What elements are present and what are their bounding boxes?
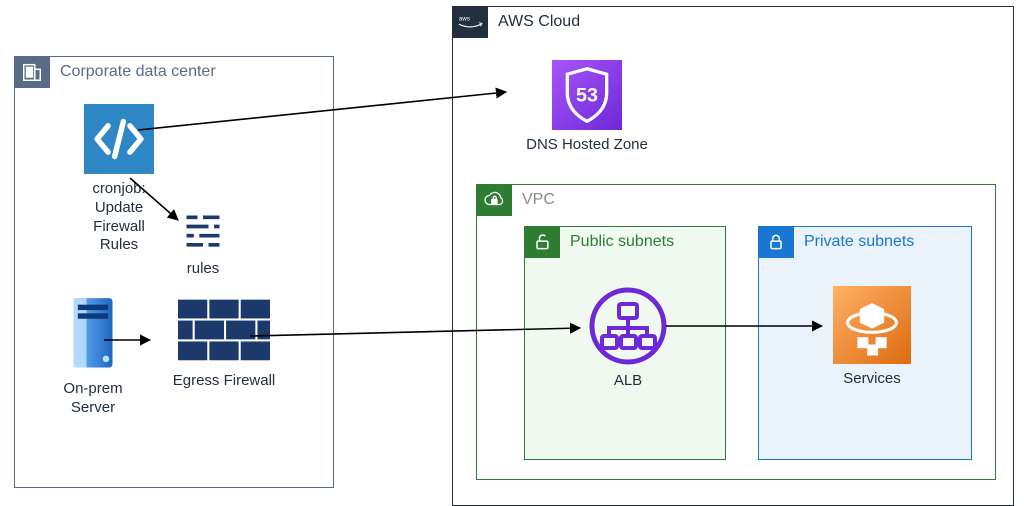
route53-icon: 53 xyxy=(552,60,622,130)
server-icon xyxy=(65,296,121,374)
code-icon xyxy=(84,104,154,174)
group-header: Private subnets xyxy=(758,226,914,258)
svg-text:53: 53 xyxy=(576,85,598,107)
group-title: Public subnets xyxy=(560,233,674,251)
group-title: AWS Cloud xyxy=(488,13,580,31)
lock-open-icon xyxy=(524,226,560,258)
group-header: Corporate data center xyxy=(14,56,216,88)
node-rules: rules xyxy=(168,210,238,279)
node-label: Egress Firewall xyxy=(173,372,276,391)
group-header: aws AWS Cloud xyxy=(452,6,580,38)
node-cronjob: cronjob: Update Firewall Rules xyxy=(64,104,174,255)
node-label: cronjob: Update Firewall Rules xyxy=(92,180,145,255)
node-label: DNS Hosted Zone xyxy=(526,136,648,155)
group-title: Corporate data center xyxy=(50,63,216,81)
building-icon xyxy=(14,56,50,88)
node-route53: 53 DNS Hosted Zone xyxy=(512,60,662,155)
node-onprem-server: On-prem Server xyxy=(48,296,138,418)
group-header: Public subnets xyxy=(524,226,674,258)
node-label: rules xyxy=(187,260,220,279)
lock-icon xyxy=(758,226,794,258)
node-egress-firewall: Egress Firewall xyxy=(154,296,294,391)
firewall-icon xyxy=(178,296,270,366)
node-services: Services xyxy=(826,286,918,389)
group-title: Private subnets xyxy=(794,233,914,251)
node-label: ALB xyxy=(614,372,642,391)
container-service-icon xyxy=(833,286,911,364)
node-label: Services xyxy=(843,370,901,389)
load-balancer-icon xyxy=(588,286,668,366)
node-alb: ALB xyxy=(582,286,674,391)
list-icon xyxy=(181,210,225,254)
group-header: VPC xyxy=(476,184,555,216)
cloud-lock-icon xyxy=(476,184,512,216)
svg-text:aws: aws xyxy=(459,16,470,23)
aws-logo-icon: aws xyxy=(452,6,488,38)
group-title: VPC xyxy=(512,191,555,209)
node-label: On-prem Server xyxy=(63,380,122,418)
